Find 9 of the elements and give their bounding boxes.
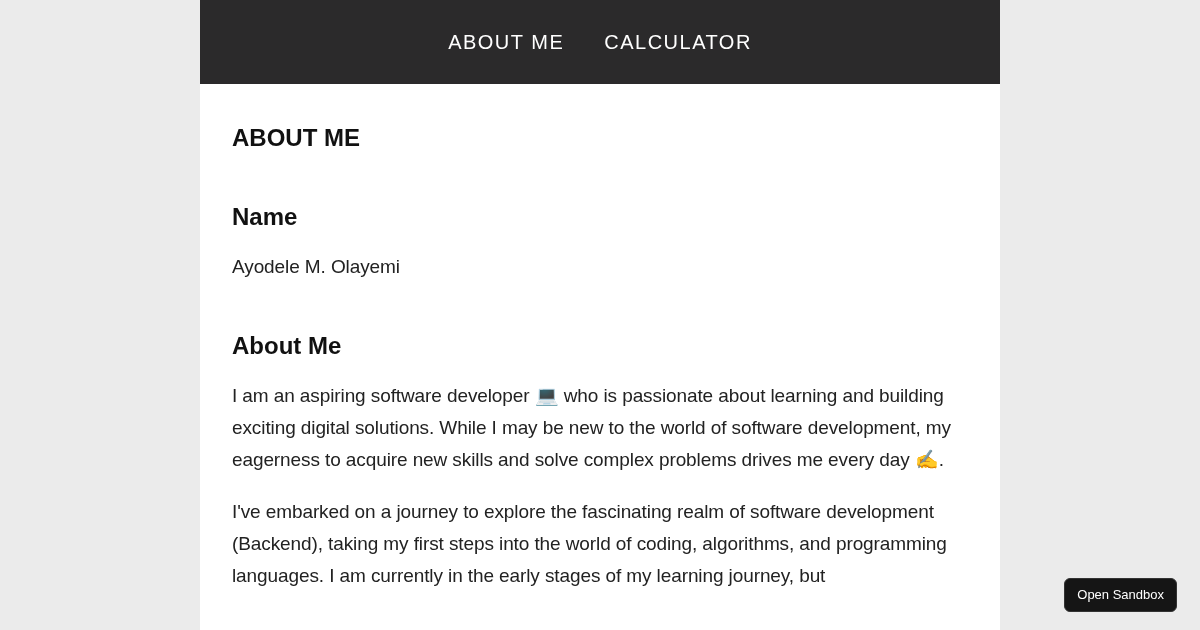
section-heading: Name	[232, 202, 299, 232]
section-heading: About Me	[232, 331, 343, 361]
paragraph: I am an aspiring software developer 💻 who is passionate about learning and building exciting digital solutions. While I may be new to the world of software development, my eagerness to acquire new skills and solve complex problems drives me every day ✍.	[232, 384, 952, 472]
page-title: ABOUT ME	[232, 123, 361, 153]
paragraph: Ayodele M. Olayemi	[232, 255, 401, 279]
nav-link[interactable]: ABOUT ME	[448, 27, 565, 57]
open-sandbox-button[interactable]: Open Sandbox	[1064, 578, 1177, 612]
paragraph: I've embarked on a journey to explore the fascinating realm of software development (Backend), taking my first steps into the world of coding, algorithms, and programming languages. I am currently in the early stages of my learning journey, but	[232, 500, 948, 588]
nav-link[interactable]: CALCULATOR	[604, 27, 752, 57]
